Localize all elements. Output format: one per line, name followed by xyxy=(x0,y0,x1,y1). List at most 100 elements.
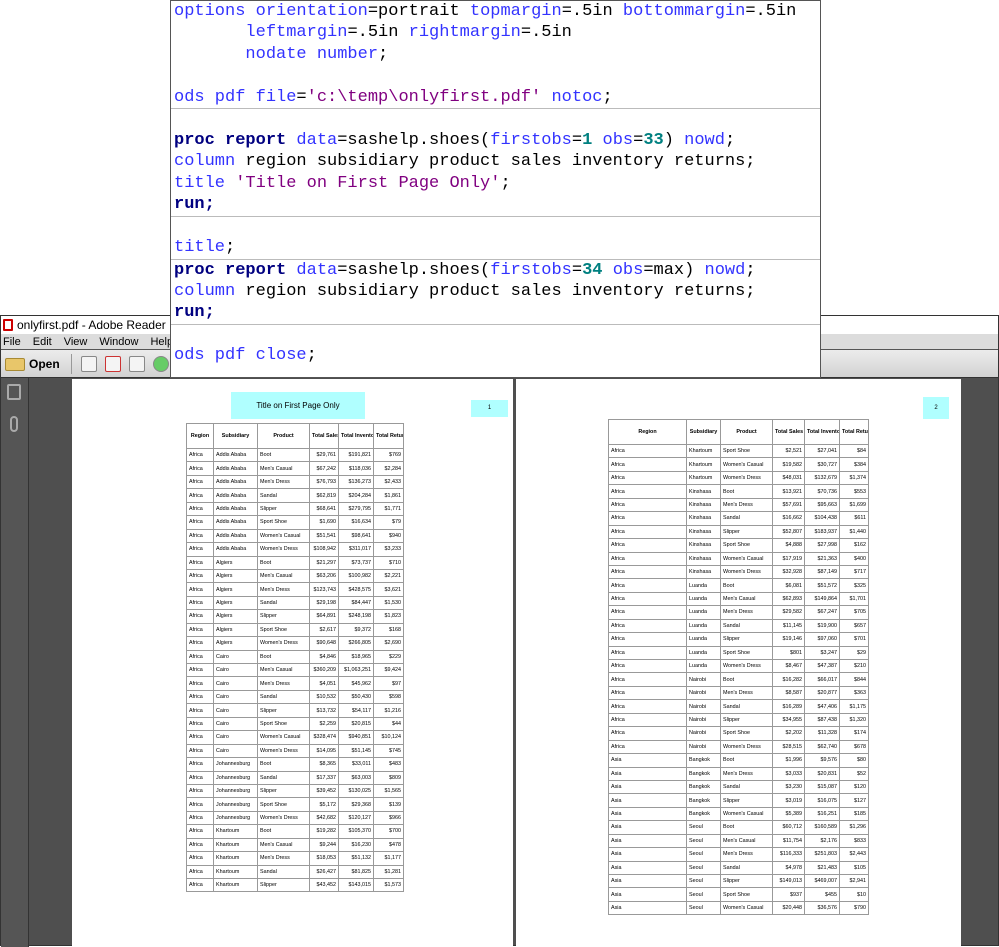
code-token: 33 xyxy=(643,131,664,150)
menu-file[interactable]: File xyxy=(3,336,21,348)
table-cell: $20,877 xyxy=(804,685,840,701)
pdf-file-icon xyxy=(3,319,13,331)
table-cell: Africa xyxy=(186,528,214,544)
code-line: column region subsidiary product sales i… xyxy=(174,151,756,172)
menu-view[interactable]: View xyxy=(64,336,88,348)
table-cell: Asia xyxy=(608,806,687,822)
table-cell: $51,145 xyxy=(338,743,374,759)
open-label: Open xyxy=(29,357,60,371)
table-cell: Women's Dress xyxy=(720,470,773,486)
table-cell: $19,900 xyxy=(804,618,840,634)
table-cell: $51,132 xyxy=(338,851,374,866)
table-row: Asia Bangkok Men's Dress $3,033 $20,831 $52 xyxy=(608,766,869,781)
code-token: data xyxy=(286,261,338,280)
table-cell: $34,955 xyxy=(772,712,805,728)
table-cell: Men's Casual xyxy=(720,591,773,607)
table-cell: $3,621 xyxy=(373,582,404,597)
table-cell: $1,690 xyxy=(309,515,339,530)
table-cell: Sport Shoe xyxy=(720,443,773,459)
table-cell: $16,282 xyxy=(772,672,805,687)
table-cell: $710 xyxy=(373,555,404,570)
table-cell: $62,819 xyxy=(309,488,339,503)
create-pdf-icon[interactable] xyxy=(81,356,97,372)
table-cell: Addis Ababa xyxy=(213,474,258,490)
table-cell: $266,805 xyxy=(338,636,374,651)
table-cell: $123,743 xyxy=(309,582,339,597)
code-line: proc report data=sashelp.shoes(firstobs=… xyxy=(174,130,735,151)
table-cell: Men's Casual xyxy=(257,837,310,853)
table-row: Africa Luanda Boot $6,081 $51,572 $325 xyxy=(608,578,869,593)
table-cell: Sport Shoe xyxy=(720,726,773,741)
table-cell: Africa xyxy=(186,689,214,705)
table-cell: Sandal xyxy=(257,488,310,503)
table-cell: Slipper xyxy=(720,873,773,889)
table-cell: Sandal xyxy=(257,770,310,785)
table-row: Africa Nairobi Women's Dress $28,515 $62,740… xyxy=(608,739,869,755)
table-row: Africa Nairobi Men's Dress $8,587 $20,877 $36… xyxy=(608,685,869,701)
menu-edit[interactable]: Edit xyxy=(33,336,52,348)
table-cell: Algiers xyxy=(213,636,258,651)
table-cell: $70,736 xyxy=(804,484,840,499)
table-cell: $940 xyxy=(373,528,404,544)
column-header: Total Returns xyxy=(839,419,869,445)
table-cell: $10,532 xyxy=(309,689,339,705)
table-cell: Kinshasa xyxy=(686,511,721,526)
table-row: Africa Addis Ababa Women's Dress $108,942 $3… xyxy=(186,542,404,557)
table-cell: Slipper xyxy=(257,783,310,799)
table-cell: Africa xyxy=(186,757,214,772)
table-cell: $16,634 xyxy=(338,515,374,530)
open-button[interactable]: Open xyxy=(5,355,60,373)
table-cell: $95,663 xyxy=(804,497,840,513)
code-token: = xyxy=(571,131,583,150)
table-cell: $162 xyxy=(839,538,869,553)
table-row: Africa Cairo Boot $4,846 $18,965 $229 xyxy=(186,649,404,665)
table-cell: $1,861 xyxy=(373,488,404,503)
table-cell: Seoul xyxy=(686,873,721,889)
table-cell: $16,251 xyxy=(804,806,840,822)
table-cell: Slipper xyxy=(257,877,310,893)
table-cell: Kinshasa xyxy=(686,538,721,553)
table-cell: $132,679 xyxy=(804,470,840,486)
pages-icon[interactable] xyxy=(7,384,21,400)
table-cell: Khartoum xyxy=(686,457,721,472)
table-cell: $191,821 xyxy=(338,447,374,463)
table-cell: $8,365 xyxy=(309,757,339,772)
table-cell: Africa xyxy=(186,595,214,611)
code-token: =.5in xyxy=(561,2,623,21)
table-cell: $279,795 xyxy=(338,501,374,517)
menu-window[interactable]: Window xyxy=(99,336,138,348)
table-cell: Sport Shoe xyxy=(257,515,310,530)
table-row: Africa Kinshasa Women's Casual $17,919 $21,3… xyxy=(608,551,869,566)
code-line: nodate number; xyxy=(174,44,388,65)
table-row: Africa Cairo Sandal $10,532 $50,430 $598 xyxy=(186,689,404,705)
table-cell: Africa xyxy=(186,582,214,597)
table-cell: Kinshasa xyxy=(686,564,721,580)
table-cell: Boot xyxy=(720,484,773,499)
table-cell: $30,727 xyxy=(804,457,840,472)
table-cell: $17,337 xyxy=(309,770,339,785)
table-row: Africa Khartoum Men's Casual $9,244 $16,230 $… xyxy=(186,837,404,853)
edit-pdf-icon[interactable] xyxy=(129,356,145,372)
table-cell: Africa xyxy=(608,712,687,728)
table-cell: $54,117 xyxy=(338,703,374,718)
code-divider xyxy=(171,108,820,109)
code-token: =.5in xyxy=(520,23,572,42)
attachment-icon[interactable] xyxy=(10,416,18,432)
table-cell: $84 xyxy=(839,443,869,459)
table-cell: $87,438 xyxy=(804,712,840,728)
report-title: Title on First Page Only xyxy=(231,392,365,419)
table-cell: Luanda xyxy=(686,578,721,593)
table-cell: $4,978 xyxy=(772,860,805,876)
code-line: proc report data=sashelp.shoes(firstobs=… xyxy=(174,260,756,281)
table-cell: Africa xyxy=(186,555,214,570)
export-pdf-icon[interactable] xyxy=(105,356,121,372)
table-row: Africa Algiers Men's Casual $63,206 $100,982… xyxy=(186,568,404,584)
table-cell: Boot xyxy=(720,820,773,835)
table-row: Africa Addis Ababa Men's Dress $76,793 $136,… xyxy=(186,474,404,490)
table-cell: $1,996 xyxy=(772,753,805,768)
code-token: ; xyxy=(724,131,736,150)
table-cell: Johannesburg xyxy=(213,810,258,826)
table-cell: $100,982 xyxy=(338,568,374,584)
table-cell: Slipper xyxy=(257,609,310,624)
upload-cloud-icon[interactable] xyxy=(153,356,169,372)
